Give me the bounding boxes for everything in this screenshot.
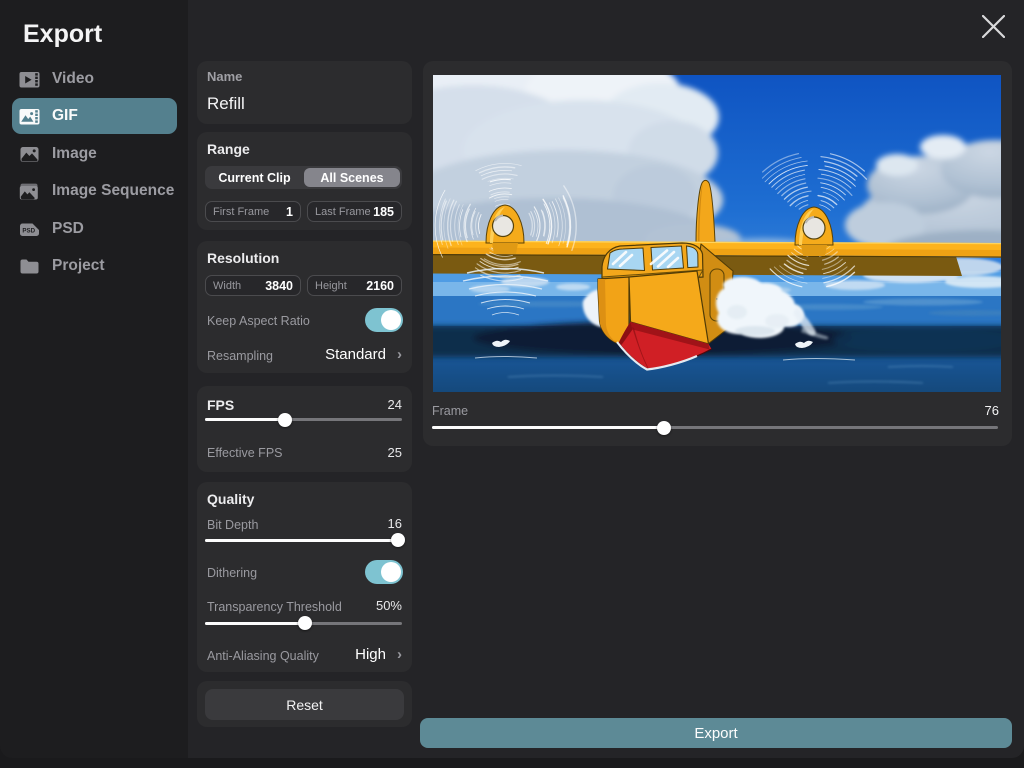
svg-text:PSD: PSD bbox=[22, 227, 35, 234]
